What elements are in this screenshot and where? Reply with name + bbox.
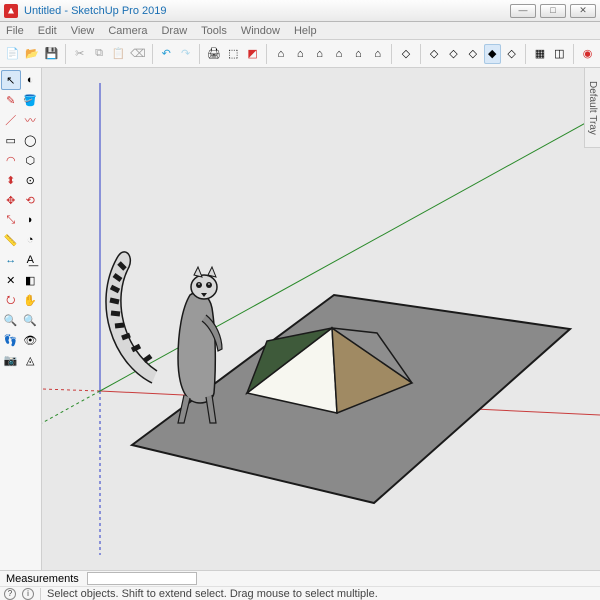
explode-icon[interactable]: ◫ xyxy=(551,44,568,64)
menu-camera[interactable]: Camera xyxy=(108,25,147,37)
rectangle-tool-icon[interactable]: ▭ xyxy=(1,130,21,150)
redo-icon: ↷ xyxy=(177,44,194,64)
solid-tools-1-icon[interactable]: ◇ xyxy=(397,44,414,64)
axes-tool-icon[interactable]: ✕ xyxy=(1,270,21,290)
line-tool-icon[interactable]: ／ xyxy=(1,110,21,130)
solid-subtract-icon[interactable]: ◇ xyxy=(445,44,462,64)
lookaround-tool-icon[interactable]: 👁 xyxy=(21,330,41,350)
scene xyxy=(42,68,600,570)
tape-tool-icon[interactable]: 📏 xyxy=(1,230,21,250)
select-tool-icon[interactable]: ↖ xyxy=(1,70,21,90)
menubar: File Edit View Camera Draw Tools Window Help xyxy=(0,22,600,40)
menu-tools[interactable]: Tools xyxy=(201,25,227,37)
menu-draw[interactable]: Draw xyxy=(161,25,187,37)
zoom-tool-icon[interactable]: 🔍 xyxy=(1,310,21,330)
polygon-tool-icon[interactable]: ⬡ xyxy=(21,150,41,170)
toolbox: ↖◐✎🪣／〰▭◯◠⬡⬍⊙✥⟲⤡◗📏◔↔A͟✕◧⭮✋🔍🔍👣👁📷◬ xyxy=(0,68,42,570)
viewport[interactable]: Default Tray xyxy=(42,68,600,570)
outer-shell-icon[interactable]: ▦ xyxy=(531,44,548,64)
send-layout-icon[interactable]: ⌂ xyxy=(350,44,367,64)
followme-tool-icon[interactable]: ◗ xyxy=(21,210,41,230)
solid-split-icon[interactable]: ◇ xyxy=(503,44,520,64)
status-hint: Select objects. Shift to extend select. … xyxy=(47,588,378,600)
app-icon xyxy=(4,4,18,18)
paste-icon: 📋 xyxy=(110,44,127,64)
freehand-tool-icon[interactable]: 〰 xyxy=(21,110,41,130)
erase-icon: ⌫ xyxy=(129,44,147,64)
copy-icon: ⧉ xyxy=(90,44,107,64)
3dwarehouse-icon[interactable]: ⌂ xyxy=(292,44,309,64)
statusbar: Measurements ? i Select objects. Shift t… xyxy=(0,570,600,600)
rotate-tool-icon[interactable]: ⟲ xyxy=(21,190,41,210)
new-icon[interactable]: 📄 xyxy=(4,44,21,64)
scale-tool-icon[interactable]: ⤡ xyxy=(1,210,21,230)
ext-warehouse-icon[interactable]: ⌂ xyxy=(311,44,328,64)
measurements-input[interactable] xyxy=(87,572,197,585)
help-icon[interactable]: ? xyxy=(4,588,16,600)
add-location-icon[interactable]: ⌂ xyxy=(369,44,386,64)
titlebar: Untitled - SketchUp Pro 2019 — □ ✕ xyxy=(0,0,600,22)
paint-tool-icon[interactable]: 🪣 xyxy=(21,90,41,110)
zoom-extents-tool-icon[interactable]: 🔍 xyxy=(21,310,41,330)
maximize-button[interactable]: □ xyxy=(540,4,566,18)
orbit-tool-icon[interactable]: ⭮ xyxy=(1,290,21,310)
main-toolbar: 📄📂💾✂⧉📋⌫↶↷🖨⬚◩⌂⌂⌂⌂⌂⌂◇◇◇◇◆◇▦◫◉ xyxy=(0,40,600,68)
model-info-icon[interactable]: ⬚ xyxy=(225,44,242,64)
menu-edit[interactable]: Edit xyxy=(38,25,57,37)
measurements-label: Measurements xyxy=(6,573,79,585)
text-tool-icon[interactable]: A͟ xyxy=(21,250,41,270)
eraser-tool-icon[interactable]: ✎ xyxy=(1,90,21,110)
open-icon[interactable]: 📂 xyxy=(23,44,40,64)
minimize-button[interactable]: — xyxy=(510,4,536,18)
solid-trim-icon[interactable]: ◇ xyxy=(464,44,481,64)
close-button[interactable]: ✕ xyxy=(570,4,596,18)
solid-union-icon[interactable]: ◇ xyxy=(425,44,442,64)
cut-icon: ✂ xyxy=(71,44,88,64)
menu-view[interactable]: View xyxy=(71,25,95,37)
section-tool-icon[interactable]: ◧ xyxy=(21,270,41,290)
dimension-tool-icon[interactable]: ↔ xyxy=(1,250,21,270)
extension-icon[interactable]: ◩ xyxy=(244,44,261,64)
walk-tool-icon[interactable]: 👣 xyxy=(1,330,21,350)
lasso-tool-icon[interactable]: ◐ xyxy=(21,70,41,90)
undo-icon[interactable]: ↶ xyxy=(158,44,175,64)
offset-tool-icon[interactable]: ⊙ xyxy=(21,170,41,190)
pan-tool-icon[interactable]: ✋ xyxy=(21,290,41,310)
menu-help[interactable]: Help xyxy=(294,25,317,37)
component-icon[interactable]: ⌂ xyxy=(330,44,347,64)
solid-intersect-icon[interactable]: ◆ xyxy=(484,44,501,64)
menu-window[interactable]: Window xyxy=(241,25,280,37)
sandbox-tool-icon[interactable]: ◬ xyxy=(21,350,41,370)
move-tool-icon[interactable]: ✥ xyxy=(1,190,21,210)
default-tray-tab[interactable]: Default Tray xyxy=(584,68,600,148)
styles-icon[interactable]: ◉ xyxy=(579,44,596,64)
save-icon[interactable]: 💾 xyxy=(43,44,60,64)
protractor-tool-icon[interactable]: ◔ xyxy=(21,230,41,250)
pushpull-tool-icon[interactable]: ⬍ xyxy=(1,170,21,190)
print-icon[interactable]: 🖨 xyxy=(205,44,222,64)
position-camera-tool-icon[interactable]: 📷 xyxy=(1,350,21,370)
warehouse-icon[interactable]: ⌂ xyxy=(272,44,289,64)
info-icon[interactable]: i xyxy=(22,588,34,600)
menu-file[interactable]: File xyxy=(6,25,24,37)
window-title: Untitled - SketchUp Pro 2019 xyxy=(24,5,510,17)
circle-tool-icon[interactable]: ◯ xyxy=(21,130,41,150)
arc-tool-icon[interactable]: ◠ xyxy=(1,150,21,170)
